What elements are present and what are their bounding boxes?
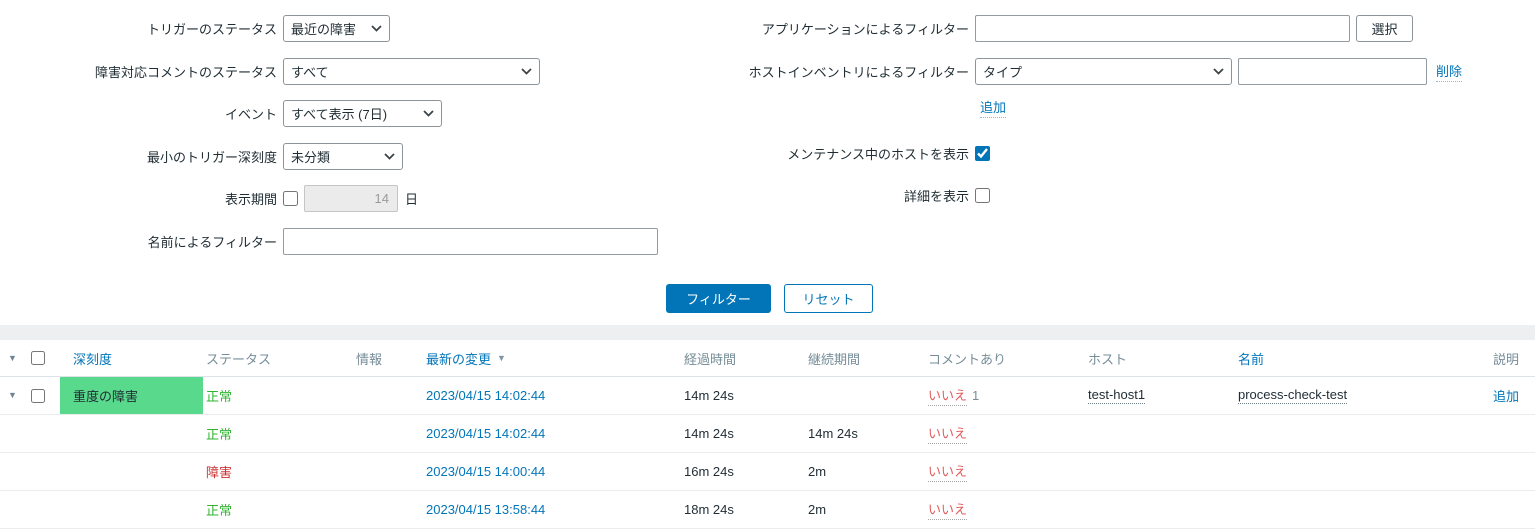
filter-button-bar: フィルター リセット: [666, 284, 873, 313]
host-inventory-type-value: タイプ: [983, 62, 1022, 81]
duration-cell: 2m: [805, 491, 925, 528]
duration-cell: [805, 377, 925, 414]
show-maintenance-row: メンテナンス中のホストを表示: [0, 144, 990, 163]
host-inventory-value-input[interactable]: [1238, 58, 1427, 85]
status-value: 正常: [206, 386, 232, 405]
row-checkbox[interactable]: [31, 389, 45, 403]
show-details-label: 詳細を表示: [0, 186, 975, 205]
last-change-link[interactable]: 2023/04/15 14:02:44: [426, 426, 545, 441]
header-host: ホスト: [1085, 340, 1235, 376]
events-value: すべて表示 (7日): [291, 104, 387, 123]
last-change-link[interactable]: 2023/04/15 14:02:44: [426, 388, 545, 403]
triggers-page: トリガーのステータス 最近の障害 障害対応コメントのステータス すべて イベント…: [0, 0, 1535, 529]
table-row: ▼ 重度の障害 正常 2023/04/15 14:02:44 14m 24s い…: [0, 377, 1535, 415]
header-name[interactable]: 名前: [1238, 349, 1264, 368]
show-maintenance-checkbox[interactable]: [975, 146, 990, 161]
ack-link[interactable]: いいえ: [928, 499, 967, 520]
section-divider: [0, 325, 1535, 340]
header-description: 説明: [1438, 340, 1535, 376]
name-filter-label: 名前によるフィルター: [0, 232, 283, 251]
age-cell: 14m 24s: [681, 415, 805, 452]
info-cell: [353, 491, 423, 528]
age-cell: 18m 24s: [681, 491, 805, 528]
select-all-checkbox[interactable]: [31, 351, 45, 365]
application-select-button[interactable]: 選択: [1356, 15, 1413, 42]
age-cell: 16m 24s: [681, 453, 805, 490]
triggers-table: ▼ 深刻度 ステータス 情報 最新の変更 ▼ 経過時間 継続期間 コメントあり …: [0, 340, 1535, 529]
name-filter-input[interactable]: [283, 228, 658, 255]
info-cell: [353, 377, 423, 414]
duration-cell: 2m: [805, 453, 925, 490]
header-status: ステータス: [203, 340, 353, 376]
filter-button[interactable]: フィルター: [666, 284, 771, 313]
trigger-name-link[interactable]: process-check-test: [1238, 387, 1347, 404]
application-filter-input[interactable]: [975, 15, 1350, 42]
events-label: イベント: [0, 104, 283, 123]
header-info: 情報: [353, 340, 423, 376]
host-link[interactable]: test-host1: [1088, 387, 1145, 404]
application-filter-row: アプリケーションによるフィルター 選択: [0, 15, 1413, 42]
show-details-row: 詳細を表示: [0, 186, 990, 205]
host-inventory-label: ホストインベントリによるフィルター: [0, 62, 975, 81]
application-filter-label: アプリケーションによるフィルター: [0, 19, 975, 38]
ack-link[interactable]: いいえ: [928, 461, 967, 482]
host-inventory-add-link[interactable]: 追加: [980, 97, 1006, 118]
last-change-link[interactable]: 2023/04/15 14:00:44: [426, 464, 545, 479]
header-severity[interactable]: 深刻度: [73, 349, 112, 368]
show-maintenance-label: メンテナンス中のホストを表示: [0, 144, 975, 163]
status-value: 正常: [206, 500, 232, 519]
events-row: イベント すべて表示 (7日): [0, 100, 442, 127]
add-description-link[interactable]: 追加: [1493, 386, 1519, 405]
duration-cell: 14m 24s: [805, 415, 925, 452]
table-header-row: ▼ 深刻度 ステータス 情報 最新の変更 ▼ 経過時間 継続期間 コメントあり …: [0, 340, 1535, 377]
ack-count: 1: [972, 388, 979, 403]
age-cell: 14m 24s: [681, 377, 805, 414]
host-inventory-row: ホストインベントリによるフィルター タイプ 削除: [0, 58, 1462, 85]
host-inventory-remove-link[interactable]: 削除: [1436, 61, 1462, 82]
collapse-row-icon[interactable]: ▼: [8, 391, 17, 400]
info-cell: [353, 453, 423, 490]
table-row: 障害 2023/04/15 14:00:44 16m 24s 2m いいえ: [0, 453, 1535, 491]
status-value: 正常: [206, 424, 232, 443]
collapse-all-icon[interactable]: ▼: [8, 354, 17, 363]
host-inventory-add-row: 追加: [980, 97, 1006, 118]
header-last-change[interactable]: 最新の変更: [426, 349, 491, 368]
header-age: 経過時間: [681, 340, 805, 376]
reset-button[interactable]: リセット: [784, 284, 873, 313]
chevron-down-icon: [423, 110, 434, 117]
chevron-down-icon: [1213, 68, 1224, 75]
show-details-checkbox[interactable]: [975, 188, 990, 203]
table-row: 正常 2023/04/15 13:58:44 18m 24s 2m いいえ: [0, 491, 1535, 529]
host-inventory-type-select[interactable]: タイプ: [975, 58, 1232, 85]
info-cell: [353, 415, 423, 452]
sort-desc-icon: ▼: [497, 353, 506, 363]
ack-link[interactable]: いいえ: [928, 385, 967, 406]
status-value: 障害: [206, 462, 232, 481]
header-ack: コメントあり: [925, 340, 1085, 376]
events-select[interactable]: すべて表示 (7日): [283, 100, 442, 127]
header-duration: 継続期間: [805, 340, 925, 376]
name-filter-row: 名前によるフィルター: [0, 228, 658, 255]
ack-link[interactable]: いいえ: [928, 423, 967, 444]
severity-cell: 重度の障害: [60, 377, 203, 414]
table-row: 正常 2023/04/15 14:02:44 14m 24s 14m 24s い…: [0, 415, 1535, 453]
last-change-link[interactable]: 2023/04/15 13:58:44: [426, 502, 545, 517]
